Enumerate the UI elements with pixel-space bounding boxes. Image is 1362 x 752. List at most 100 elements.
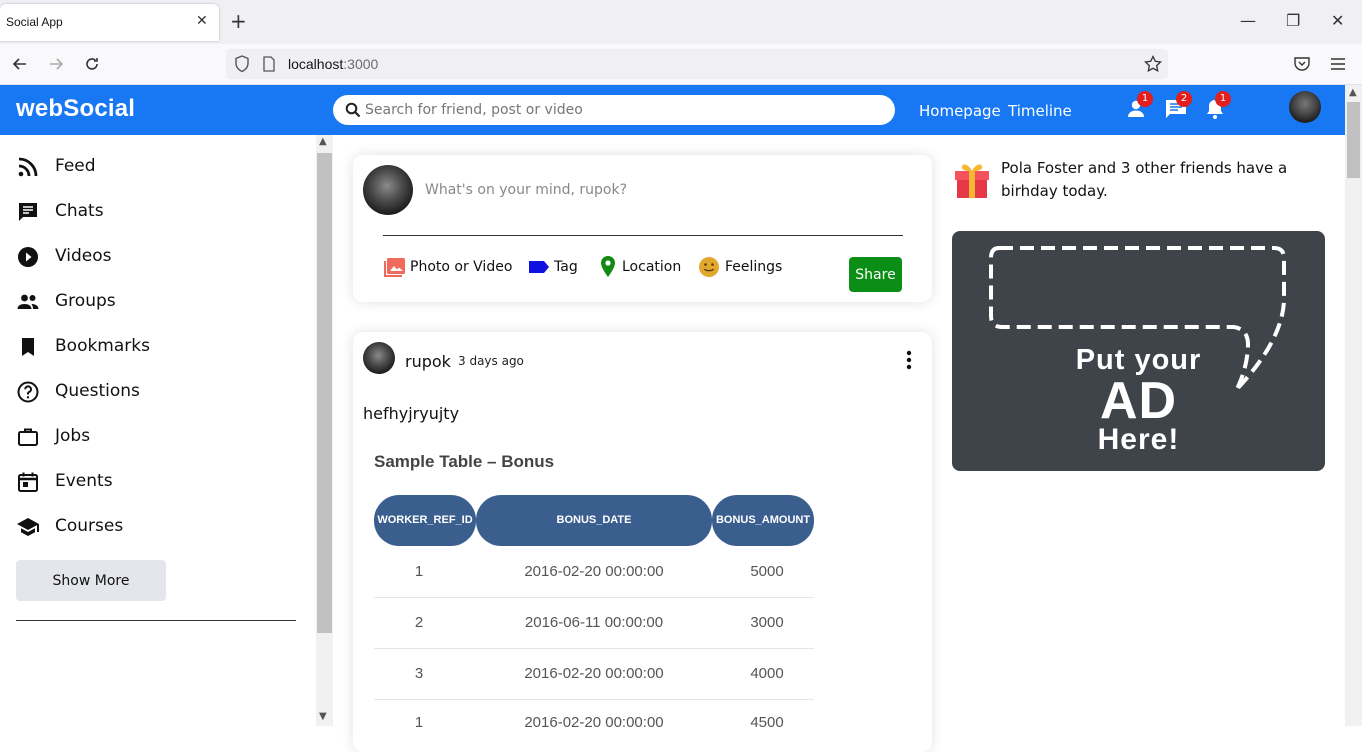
sidebar-scrollbar[interactable]: ▲ ▼ — [316, 135, 333, 726]
left-sidebar: Feed Chats Videos Groups Bookmarks Quest… — [0, 135, 316, 726]
show-more-button[interactable]: Show More — [16, 560, 166, 601]
timeline-link[interactable]: Timeline — [1008, 102, 1072, 120]
sidebar-item-label: Bookmarks — [55, 336, 150, 356]
tab-close-icon[interactable]: ✕ — [196, 13, 208, 29]
user-avatar[interactable] — [363, 165, 413, 215]
search-bar[interactable] — [333, 95, 895, 125]
sidebar-item-label: Groups — [55, 291, 116, 311]
sidebar-item-groups[interactable]: Groups — [16, 287, 296, 317]
browser-tab-bar: Social App ✕ + — ❐ ✕ — [0, 0, 1362, 44]
table-cell: 4500 — [750, 714, 784, 731]
window-close-icon[interactable]: ✕ — [1331, 12, 1344, 30]
forward-icon[interactable] — [46, 54, 66, 74]
post-text: hefhyjryujty — [363, 404, 460, 423]
table-header-cell: BONUS_AMOUNT — [712, 495, 814, 546]
sidebar-item-courses[interactable]: Courses — [16, 512, 296, 542]
row-divider — [374, 597, 814, 598]
new-tab-icon[interactable]: + — [230, 10, 247, 32]
school-icon — [17, 518, 39, 536]
reload-icon[interactable] — [82, 54, 102, 74]
sidebar-item-label: Jobs — [55, 426, 91, 446]
sidebar-item-label: Chats — [55, 201, 104, 221]
notifications-button[interactable]: 1 — [1203, 91, 1231, 121]
sidebar-item-feed[interactable]: Feed — [16, 152, 296, 182]
share-input[interactable] — [425, 182, 885, 198]
chat-icon — [19, 203, 37, 221]
table-cell: 3000 — [750, 614, 784, 631]
friend-requests-badge: 1 — [1137, 91, 1153, 107]
table-cell: 1 — [414, 563, 424, 580]
gift-icon — [955, 164, 989, 198]
bookmark-icon — [22, 338, 34, 356]
maximize-icon[interactable]: ❐ — [1286, 12, 1300, 30]
search-icon — [345, 102, 361, 118]
shield-icon[interactable] — [234, 55, 250, 73]
sidebar-item-label: Questions — [55, 381, 140, 401]
scroll-down-icon[interactable]: ▼ — [319, 711, 327, 722]
table-header-cell: BONUS_DATE — [476, 495, 712, 546]
table-cell: 2016-02-20 00:00:00 — [524, 665, 664, 682]
sidebar-item-videos[interactable]: Videos — [16, 242, 296, 272]
location-label: Location — [622, 259, 682, 275]
tab-title: Social App — [6, 15, 63, 29]
table-cell: 5000 — [750, 563, 784, 580]
table-cell: 2016-02-20 00:00:00 — [524, 714, 664, 731]
photo-video-label: Photo or Video — [410, 259, 513, 275]
browser-nav-bar: localhost:3000 — [0, 44, 1362, 85]
more-vert-icon[interactable] — [906, 350, 912, 370]
browser-tab[interactable]: Social App ✕ — [0, 4, 219, 41]
menu-icon[interactable] — [1329, 55, 1347, 73]
sidebar-scrollbar-thumb[interactable] — [317, 153, 332, 633]
profile-avatar[interactable] — [1289, 91, 1321, 123]
smiley-icon — [699, 257, 719, 277]
table-cell: 2016-02-20 00:00:00 — [524, 563, 664, 580]
feelings-label: Feelings — [725, 259, 783, 275]
ad-banner[interactable]: Put your AD Here! — [952, 231, 1325, 471]
sidebar-item-chats[interactable]: Chats — [16, 197, 296, 227]
sidebar-item-bookmarks[interactable]: Bookmarks — [16, 332, 296, 362]
post-time: 3 days ago — [458, 354, 524, 368]
sidebar-item-label: Events — [55, 471, 113, 491]
post-username[interactable]: rupok — [405, 352, 451, 371]
share-card: Photo or Video Tag Location Feelings Sha… — [353, 155, 932, 302]
table-header-cell: WORKER_REF_ID — [374, 495, 476, 546]
back-icon[interactable] — [10, 54, 30, 74]
minimize-icon[interactable]: — — [1240, 12, 1256, 30]
scroll-up-icon[interactable]: ▲ — [1349, 87, 1357, 98]
location-pin-icon — [601, 256, 615, 277]
page-scrollbar[interactable]: ▲ — [1345, 85, 1362, 726]
play-circle-icon — [18, 247, 38, 267]
row-divider — [374, 699, 814, 700]
sidebar-item-label: Feed — [55, 156, 96, 176]
scroll-up-icon[interactable]: ▲ — [319, 136, 327, 147]
table-cell: 2 — [414, 614, 424, 631]
sidebar-item-questions[interactable]: Questions — [16, 377, 296, 407]
tag-label: Tag — [554, 259, 578, 275]
label-icon — [529, 261, 549, 273]
search-input[interactable] — [365, 102, 865, 118]
sidebar-item-jobs[interactable]: Jobs — [16, 422, 296, 452]
post-author-avatar[interactable] — [363, 342, 395, 374]
rss-icon — [18, 157, 38, 177]
table-cell: 3 — [414, 665, 424, 682]
messages-badge: 2 — [1176, 91, 1192, 107]
post-card: rupok 3 days ago hefhyjryujty Sample Tab… — [353, 332, 932, 752]
table-cell: 1 — [414, 714, 424, 731]
friend-requests-button[interactable]: 1 — [1125, 91, 1153, 121]
homepage-link[interactable]: Homepage — [919, 102, 1001, 120]
page-icon — [263, 56, 275, 72]
sidebar-item-events[interactable]: Events — [16, 467, 296, 497]
url-bar[interactable]: localhost:3000 — [226, 49, 1168, 79]
star-icon[interactable] — [1144, 55, 1162, 73]
url-text[interactable]: localhost:3000 — [288, 56, 378, 72]
ad-line-3: Here! — [1097, 423, 1180, 456]
page-scrollbar-thumb[interactable] — [1347, 102, 1360, 178]
row-divider — [374, 648, 814, 649]
birthday-text: Pola Foster and 3 other friends have a b… — [1001, 159, 1288, 200]
pocket-icon[interactable] — [1293, 55, 1311, 73]
app-logo[interactable]: webSocial — [16, 95, 135, 123]
share-button[interactable]: Share — [849, 257, 902, 292]
share-divider — [383, 235, 903, 236]
sidebar-item-label: Courses — [55, 516, 124, 536]
messages-button[interactable]: 2 — [1164, 91, 1192, 121]
